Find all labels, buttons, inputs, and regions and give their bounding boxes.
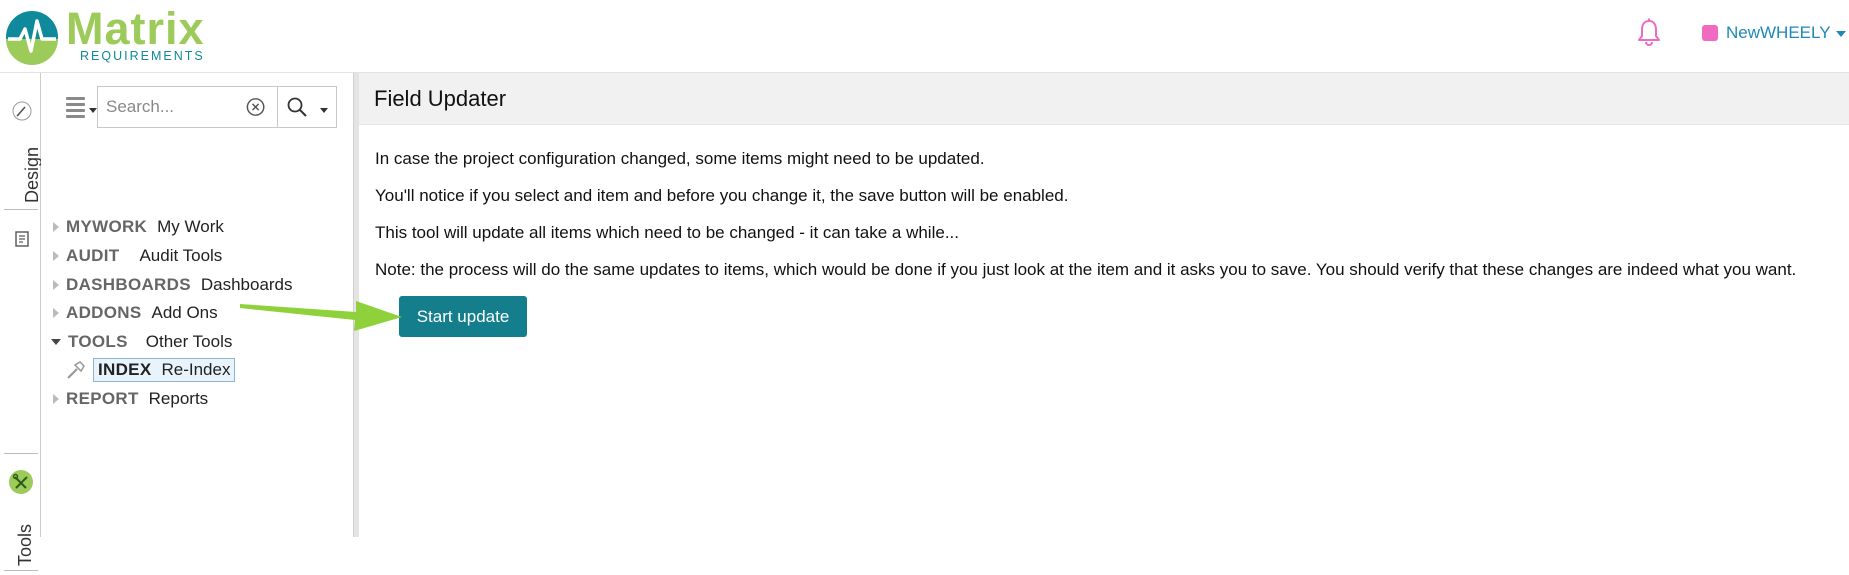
- chevron-down-icon: [1835, 31, 1846, 37]
- expand-triangle-icon[interactable]: [53, 308, 59, 318]
- search-icon: [287, 97, 307, 117]
- tree-item-label: Other Tools: [145, 332, 233, 351]
- tree-menu-button[interactable]: [51, 86, 97, 128]
- logo-subtitle: REQUIREMENTS: [80, 49, 205, 63]
- logo-mark-icon: [6, 11, 58, 65]
- matrix-logo[interactable]: Matrix REQUIREMENTS: [4, 3, 224, 69]
- page-header: Field Updater: [359, 73, 1849, 125]
- tree-item-tools[interactable]: TOOLS Other Tools: [51, 330, 232, 354]
- tree-item-label: Reports: [148, 389, 209, 408]
- expand-triangle-icon[interactable]: [53, 280, 59, 290]
- tree-item-audit[interactable]: AUDIT Audit Tools: [51, 244, 222, 268]
- chevron-down-icon: [320, 107, 329, 113]
- selected-tree-item[interactable]: INDEX Re-Index: [93, 358, 236, 382]
- collapse-triangle-icon[interactable]: [51, 339, 61, 345]
- tree-item-key: AUDIT: [66, 246, 120, 265]
- tree-item-key: INDEX: [98, 360, 152, 379]
- note-paragraph: Note: the process will do the same updat…: [375, 260, 1797, 279]
- expand-triangle-icon[interactable]: [53, 251, 59, 261]
- tree-item-addons[interactable]: ADDONS Add Ons: [51, 301, 218, 325]
- expand-triangle-icon[interactable]: [53, 222, 59, 232]
- info-paragraph: This tool will update all items which ne…: [375, 223, 959, 242]
- tree-item-label: Dashboards: [200, 275, 293, 294]
- tree-item-key: REPORT: [66, 389, 139, 408]
- tree-toolbar: [51, 86, 337, 128]
- main-content: Field Updater In case the project config…: [359, 73, 1849, 537]
- info-paragraph: You'll notice if you select and item and…: [375, 186, 1069, 205]
- vertical-tab-strip: Design Documents Tools: [0, 73, 60, 571]
- tab-design[interactable]: Design: [4, 95, 42, 215]
- page-title: Field Updater: [374, 86, 507, 111]
- tree-item-key: TOOLS: [68, 332, 128, 351]
- tree-item-index[interactable]: INDEX Re-Index: [65, 358, 236, 382]
- tools-icon: [9, 470, 33, 494]
- tree-item-report[interactable]: REPORT Reports: [51, 387, 208, 411]
- search-box: [97, 86, 337, 128]
- app-header: Matrix REQUIREMENTS NewWHEELY: [0, 0, 1849, 73]
- search-input[interactable]: [98, 89, 238, 125]
- start-update-button[interactable]: Start update: [399, 296, 527, 337]
- tab-tools[interactable]: Tools: [4, 465, 41, 575]
- clear-circle-icon[interactable]: [244, 95, 267, 119]
- tree-item-dashboards[interactable]: DASHBOARDS Dashboards: [51, 273, 293, 297]
- tree-item-key: MYWORK: [66, 217, 148, 236]
- user-name: NewWHEELY: [1726, 23, 1831, 42]
- tree-item-key: ADDONS: [66, 303, 142, 322]
- brush-icon: [12, 101, 32, 121]
- hamburger-icon: [66, 94, 85, 121]
- tree-item-label: Add Ons: [151, 303, 218, 322]
- logo-wordmark: Matrix: [66, 3, 205, 54]
- user-menu[interactable]: NewWHEELY: [1702, 22, 1846, 44]
- tree-item-label: Audit Tools: [139, 246, 223, 265]
- expand-triangle-icon[interactable]: [53, 394, 59, 404]
- notifications-bell-icon[interactable]: [1635, 17, 1663, 47]
- document-icon: [15, 231, 29, 247]
- chevron-down-icon: [89, 107, 97, 113]
- tree-item-label: My Work: [157, 217, 224, 236]
- tab-documents[interactable]: Documents: [4, 223, 60, 448]
- tree-item-mywork[interactable]: MYWORK My Work: [51, 215, 224, 239]
- navigation-tree-panel: MYWORK My Work AUDIT Audit Tools DASHBOA…: [41, 73, 353, 537]
- tree-item-label: Re-Index: [161, 360, 231, 379]
- tree-item-key: DASHBOARDS: [66, 275, 191, 294]
- hammer-icon: [67, 361, 85, 379]
- info-paragraph: In case the project configuration change…: [375, 149, 985, 168]
- search-button[interactable]: [278, 86, 336, 128]
- user-color-swatch: [1702, 25, 1718, 41]
